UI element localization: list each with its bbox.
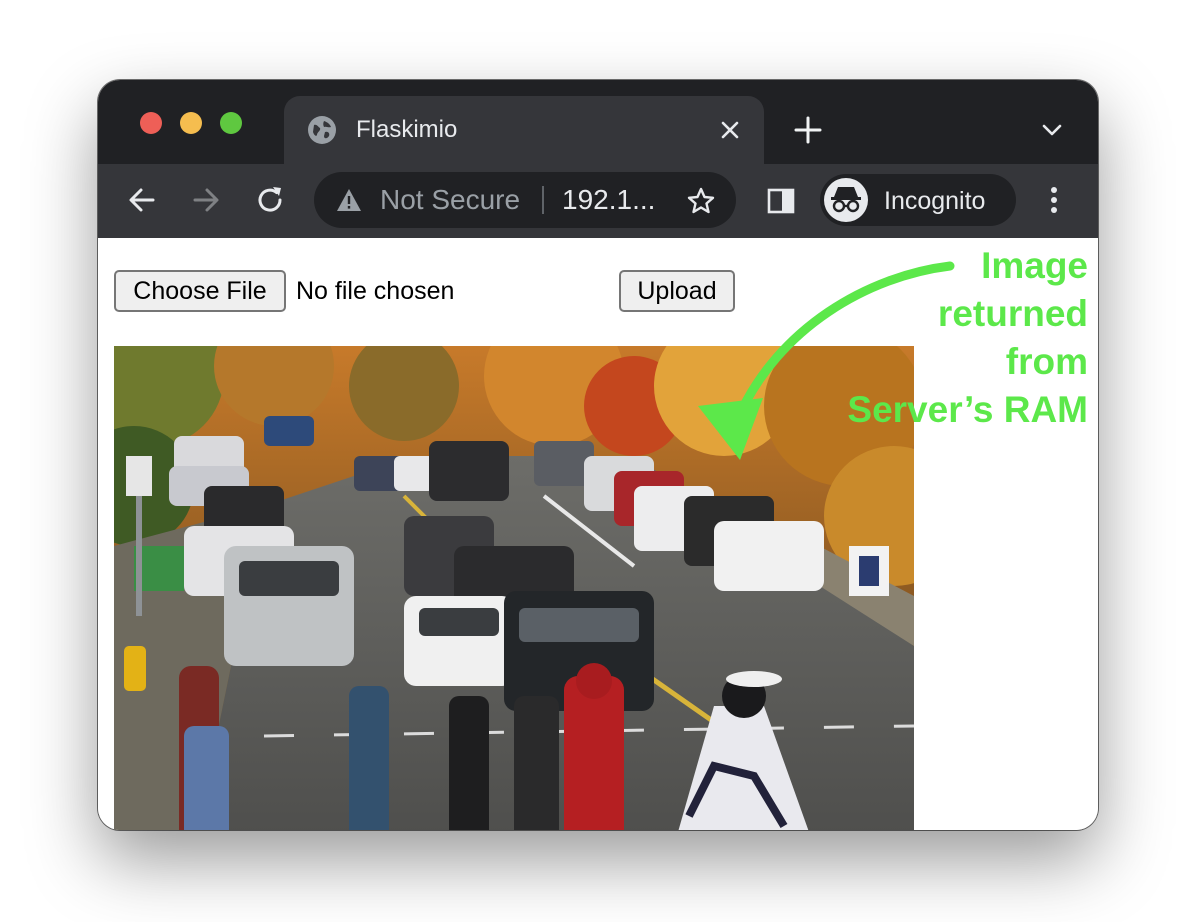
browser-toolbar: Not Secure 192.1... Incognito xyxy=(98,164,1098,239)
tab-flaskimio[interactable]: Flaskimio xyxy=(284,96,764,164)
tab-title: Flaskimio xyxy=(356,116,458,143)
reload-icon[interactable] xyxy=(254,184,286,216)
page-content: Choose File No file chosen Upload Image … xyxy=(98,238,1098,830)
globe-icon xyxy=(308,116,336,144)
maximize-window-button[interactable] xyxy=(220,112,242,134)
side-panel-icon[interactable] xyxy=(766,186,796,216)
annotation-line: from xyxy=(1005,341,1088,382)
incognito-profile-chip[interactable]: Incognito xyxy=(820,174,1016,226)
address-bar[interactable]: Not Secure 192.1... xyxy=(314,172,736,228)
file-status-text: No file chosen xyxy=(296,277,455,305)
url-text[interactable]: 192.1... xyxy=(562,184,655,216)
choose-file-button[interactable]: Choose File xyxy=(114,270,286,312)
minimize-window-button[interactable] xyxy=(180,112,202,134)
browser-window: Flaskimio Not Secure 192.1... Incognito … xyxy=(98,80,1098,830)
annotation-line: Image xyxy=(981,245,1088,286)
incognito-icon xyxy=(824,178,868,222)
forward-arrow-icon[interactable] xyxy=(190,184,222,216)
back-arrow-icon[interactable] xyxy=(126,184,158,216)
upload-button[interactable]: Upload xyxy=(619,270,735,312)
incognito-label: Incognito xyxy=(884,187,986,215)
tab-strip: Flaskimio xyxy=(98,80,1098,164)
annotation-line: Server’s RAM xyxy=(847,389,1088,430)
tab-search-chevron-icon[interactable] xyxy=(1040,120,1064,140)
warning-icon[interactable] xyxy=(336,188,362,212)
more-menu-icon[interactable] xyxy=(1042,184,1066,216)
omnibox-divider xyxy=(542,186,544,214)
security-status[interactable]: Not Secure xyxy=(380,184,520,216)
annotation-label: Image returned from Server’s RAM xyxy=(788,242,1088,434)
annotation-line: returned xyxy=(937,293,1088,334)
tab-close-icon[interactable] xyxy=(716,116,744,144)
new-tab-button[interactable] xyxy=(792,114,824,146)
bookmark-star-icon[interactable] xyxy=(686,186,716,216)
close-window-button[interactable] xyxy=(140,112,162,134)
